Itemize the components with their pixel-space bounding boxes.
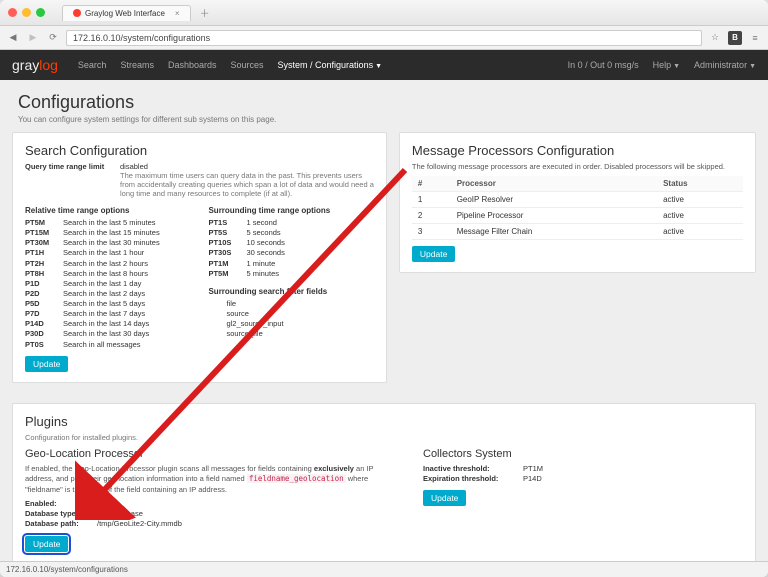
list-item: P14DSearch in the last 14 days [25, 319, 190, 329]
browser-toolbar: ◀ ▶ ⟳ 172.16.0.10/system/configurations … [0, 26, 768, 50]
geo-heading: Geo-Location Processor [25, 448, 393, 460]
list-item: PT1HSearch in the last 1 hour [25, 248, 190, 258]
list-item: Database type:City database [25, 509, 393, 519]
tab-favicon [73, 9, 81, 17]
bookmark-icon[interactable]: ☆ [708, 31, 722, 45]
processors-table: # Processor Status 1GeoIP Resolveractive… [412, 176, 743, 240]
list-item: P5DSearch in the last 5 days [25, 299, 190, 309]
list-item: PT30S30 seconds [208, 248, 373, 258]
list-item: file [226, 299, 373, 309]
list-item: PT5MSearch in the last 5 minutes [25, 218, 190, 228]
geo-desc: If enabled, the Geo-Location Processor p… [25, 464, 393, 496]
list-item: source_file [226, 329, 373, 339]
status-text: 172.16.0.10/system/configurations [6, 565, 128, 574]
list-item: P2DSearch in the last 2 days [25, 289, 190, 299]
tab-title: Graylog Web Interface [85, 9, 165, 18]
list-item: PT10S10 seconds [208, 238, 373, 248]
list-item: P1DSearch in the last 1 day [25, 279, 190, 289]
geo-update-button[interactable]: Update [25, 536, 68, 552]
filter-fields-heading: Surrounding search filter fields [208, 287, 373, 296]
filter-fields-list: filesourcegl2_source_inputsource_file [208, 299, 373, 340]
list-item: gl2_source_input [226, 319, 373, 329]
processors-update-button[interactable]: Update [412, 246, 455, 262]
query-limit-desc: The maximum time users can query data in… [120, 171, 374, 198]
new-tab-button[interactable]: ＋ [200, 5, 210, 20]
brand-logo[interactable]: graylog [12, 57, 58, 73]
query-limit-value: disabled [120, 162, 374, 171]
nav-streams[interactable]: Streams [120, 60, 154, 70]
throughput-badge: In 0 / Out 0 msg/s [568, 60, 639, 70]
nav-sources[interactable]: Sources [231, 60, 264, 70]
table-row: 2Pipeline Processoractive [412, 208, 743, 224]
nav-forward-button[interactable]: ▶ [26, 31, 40, 45]
list-item: PT5M5 minutes [208, 269, 373, 279]
list-item: PT0SSearch in all messages [25, 340, 190, 350]
plugins-heading: Plugins [25, 414, 743, 429]
list-item: PT8HSearch in the last 8 hours [25, 269, 190, 279]
extension-badge[interactable]: B [728, 31, 742, 45]
list-item: PT5S5 seconds [208, 228, 373, 238]
list-item: PT30MSearch in the last 30 minutes [25, 238, 190, 248]
processors-sub: The following message processors are exe… [412, 162, 743, 171]
url-text: 172.16.0.10/system/configurations [73, 33, 210, 43]
list-item: Enabled:no [25, 499, 393, 509]
list-item: PT2HSearch in the last 2 hours [25, 259, 190, 269]
search-config-card: Search Configuration Query time range li… [12, 132, 387, 383]
nav-reload-button[interactable]: ⟳ [46, 31, 60, 45]
col-status: Status [657, 176, 743, 192]
processors-card: Message Processors Configuration The fol… [399, 132, 756, 273]
list-item: P7DSearch in the last 7 days [25, 309, 190, 319]
window-minimize-button[interactable] [22, 8, 31, 17]
processors-heading: Message Processors Configuration [412, 143, 743, 158]
list-item: P30DSearch in the last 30 days [25, 329, 190, 339]
app-navbar: graylog Search Streams Dashboards Source… [0, 50, 768, 80]
list-item: PT1S1 second [208, 218, 373, 228]
relative-options-list: PT5MSearch in the last 5 minutesPT15MSea… [25, 218, 190, 350]
page-body: Configurations You can configure system … [0, 80, 768, 561]
surrounding-options-heading: Surrounding time range options [208, 206, 373, 215]
list-item: PT1M1 minute [208, 259, 373, 269]
page-header: Configurations You can configure system … [0, 80, 768, 132]
browser-window: Graylog Web Interface × ＋ ◀ ▶ ⟳ 172.16.0… [0, 0, 768, 577]
table-row: 3Message Filter Chainactive [412, 224, 743, 240]
browser-statusbar: 172.16.0.10/system/configurations [0, 561, 768, 577]
nav-administrator[interactable]: Administrator▼ [694, 60, 756, 70]
window-titlebar: Graylog Web Interface × ＋ [0, 0, 768, 26]
plugins-card: Plugins Configuration for installed plug… [12, 403, 756, 561]
nav-back-button[interactable]: ◀ [6, 31, 20, 45]
plugins-sub: Configuration for installed plugins. [25, 433, 743, 442]
relative-options-heading: Relative time range options [25, 206, 190, 215]
page-subtitle: You can configure system settings for di… [18, 115, 750, 124]
surrounding-options-list: PT1S1 secondPT5S5 secondsPT10S10 seconds… [208, 218, 373, 279]
list-item: Expiration threshold:P14D [423, 474, 743, 484]
list-item: source [226, 309, 373, 319]
nav-dashboards[interactable]: Dashboards [168, 60, 217, 70]
tab-close-icon[interactable]: × [175, 9, 180, 18]
table-row: 1GeoIP Resolveractive [412, 192, 743, 208]
chrome-menu-icon[interactable]: ≡ [748, 31, 762, 45]
list-item: Database path:/tmp/GeoLite2-City.mmdb [25, 519, 393, 529]
browser-tab[interactable]: Graylog Web Interface × [62, 5, 191, 21]
search-config-heading: Search Configuration [25, 143, 374, 158]
nav-help[interactable]: Help▼ [653, 60, 680, 70]
query-limit-label: Query time range limit [25, 162, 110, 198]
col-processor: Processor [451, 176, 657, 192]
list-item: Inactive threshold:PT1M [423, 464, 743, 474]
nav-system-configurations[interactable]: System / Configurations▼ [278, 60, 382, 70]
nav-items: Search Streams Dashboards Sources System… [78, 60, 382, 70]
nav-search[interactable]: Search [78, 60, 107, 70]
page-title: Configurations [18, 92, 750, 113]
collectors-heading: Collectors System [423, 448, 743, 460]
url-input[interactable]: 172.16.0.10/system/configurations [66, 30, 702, 46]
chevron-down-icon: ▼ [375, 63, 382, 70]
search-config-update-button[interactable]: Update [25, 356, 68, 372]
window-close-button[interactable] [8, 8, 17, 17]
col-num: # [412, 176, 451, 192]
processors-rows: 1GeoIP Resolveractive2Pipeline Processor… [412, 192, 743, 240]
geo-settings: Enabled:noDatabase type:City databaseDat… [25, 499, 393, 529]
list-item: PT15MSearch in the last 15 minutes [25, 228, 190, 238]
collectors-update-button[interactable]: Update [423, 490, 466, 506]
collectors-settings: Inactive threshold:PT1MExpiration thresh… [423, 464, 743, 484]
window-maximize-button[interactable] [36, 8, 45, 17]
